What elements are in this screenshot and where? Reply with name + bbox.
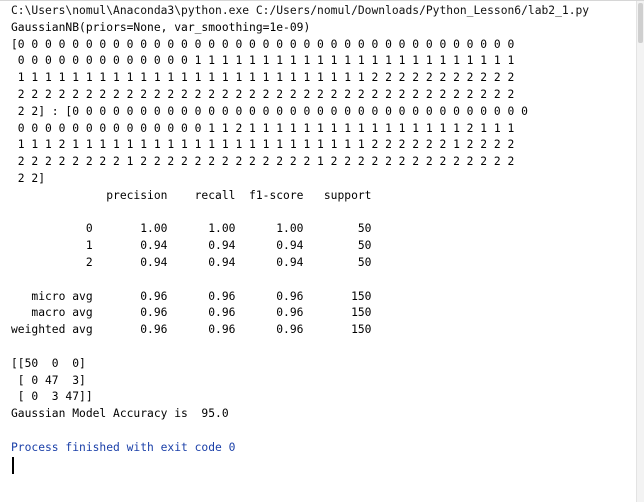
report-header: precision recall f1-score support xyxy=(11,188,372,202)
output-line: 2 2 2 2 2 2 2 2 2 2 2 2 2 2 2 2 2 2 2 2 … xyxy=(11,87,515,101)
output-line: [0 0 0 0 0 0 0 0 0 0 0 0 0 0 0 0 0 0 0 0… xyxy=(11,37,515,51)
text-caret xyxy=(12,456,14,474)
scrollbar-thumb[interactable] xyxy=(638,3,643,43)
accuracy-line: Gaussian Model Accuracy is 95.0 xyxy=(11,407,229,421)
confusion-matrix-row: [ 0 47 3] xyxy=(11,373,86,387)
output-line: 2 2] xyxy=(11,171,46,185)
report-row: 2 0.94 0.94 0.94 50 xyxy=(11,255,372,269)
report-row: micro avg 0.96 0.96 0.96 150 xyxy=(11,289,372,303)
output-line: 0 0 0 0 0 0 0 0 0 0 0 0 0 1 1 1 1 1 1 1 … xyxy=(11,54,515,68)
output-line: 1 1 1 1 1 1 1 1 1 1 1 1 1 1 1 1 1 1 1 1 … xyxy=(11,71,515,85)
report-row: weighted avg 0.96 0.96 0.96 150 xyxy=(11,323,372,337)
confusion-matrix-row: [[50 0 0] xyxy=(11,356,86,370)
report-row: 0 1.00 1.00 1.00 50 xyxy=(11,222,372,236)
vertical-scrollbar[interactable] xyxy=(636,1,644,502)
exit-message: Process finished with exit code 0 xyxy=(11,440,236,454)
console-output[interactable]: C:\Users\nomul\Anaconda3\python.exe C:/U… xyxy=(11,3,631,474)
report-row: macro avg 0.96 0.96 0.96 150 xyxy=(11,306,372,320)
confusion-matrix-row: [ 0 3 47]] xyxy=(11,390,93,404)
output-line: GaussianNB(priors=None, var_smoothing=1e… xyxy=(11,20,311,34)
report-row: 1 0.94 0.94 0.94 50 xyxy=(11,239,372,253)
output-line: 2 2] : [0 0 0 0 0 0 0 0 0 0 0 0 0 0 0 0 … xyxy=(11,104,528,118)
command-line: C:\Users\nomul\Anaconda3\python.exe C:/U… xyxy=(11,4,590,17)
input-line[interactable] xyxy=(11,456,631,474)
output-line: 1 1 1 2 1 1 1 1 1 1 1 1 1 1 1 1 1 1 1 1 … xyxy=(11,138,515,152)
run-console[interactable]: C:\Users\nomul\Anaconda3\python.exe C:/U… xyxy=(0,0,644,502)
output-line: 0 0 0 0 0 0 0 0 0 0 0 0 0 0 1 1 2 1 1 1 … xyxy=(11,121,515,135)
output-line: 2 2 2 2 2 2 2 2 1 2 2 2 2 2 2 2 2 2 2 2 … xyxy=(11,155,515,169)
